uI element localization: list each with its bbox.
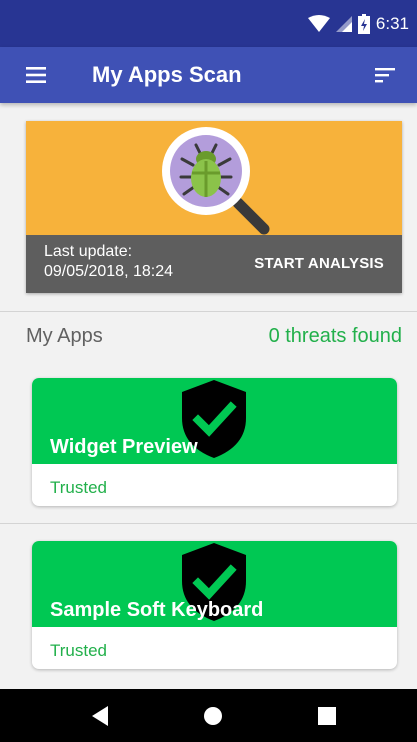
divider [0,311,417,312]
scan-footer: Last update: 09/05/2018, 18:24 START ANA… [26,235,402,293]
app-title: My Apps Scan [92,62,242,87]
back-icon[interactable] [90,705,110,727]
home-icon[interactable] [203,706,223,726]
status-bar: 6:31 [0,0,417,47]
last-update-value: 09/05/2018, 18:24 [44,263,174,280]
start-analysis-button[interactable]: START ANALYSIS [254,235,384,293]
app-name: Sample Soft Keyboard [50,599,264,621]
app-name: Widget Preview [50,436,198,458]
navigation-bar [0,689,417,742]
bug-magnifier-illustration [162,127,270,235]
content-area: Last update: 09/05/2018, 18:24 START ANA… [0,103,417,689]
status-icons: 6:31 [307,13,409,35]
divider [0,523,417,524]
wifi-icon [307,15,330,32]
menu-icon[interactable] [24,63,50,87]
app-bar: My Apps Scan [0,47,417,103]
app-card[interactable]: Widget Preview Trusted [32,378,397,506]
recents-icon[interactable] [318,707,336,725]
scan-card: Last update: 09/05/2018, 18:24 START ANA… [26,121,402,293]
apps-header: My Apps 0 threats found [26,325,402,355]
status-time: 6:31 [375,14,409,33]
apps-section-title: My Apps [26,325,103,347]
threats-count: 0 threats found [268,325,402,347]
last-update-label: Last update: [44,243,133,260]
app-status: Trusted [50,641,108,660]
battery-icon [357,14,370,34]
app-status: Trusted [50,478,108,497]
signal-icon [335,16,352,32]
sort-icon[interactable] [373,64,397,86]
last-update: Last update: 09/05/2018, 18:24 [44,242,173,282]
app-card[interactable]: Sample Soft Keyboard Trusted [32,541,397,669]
